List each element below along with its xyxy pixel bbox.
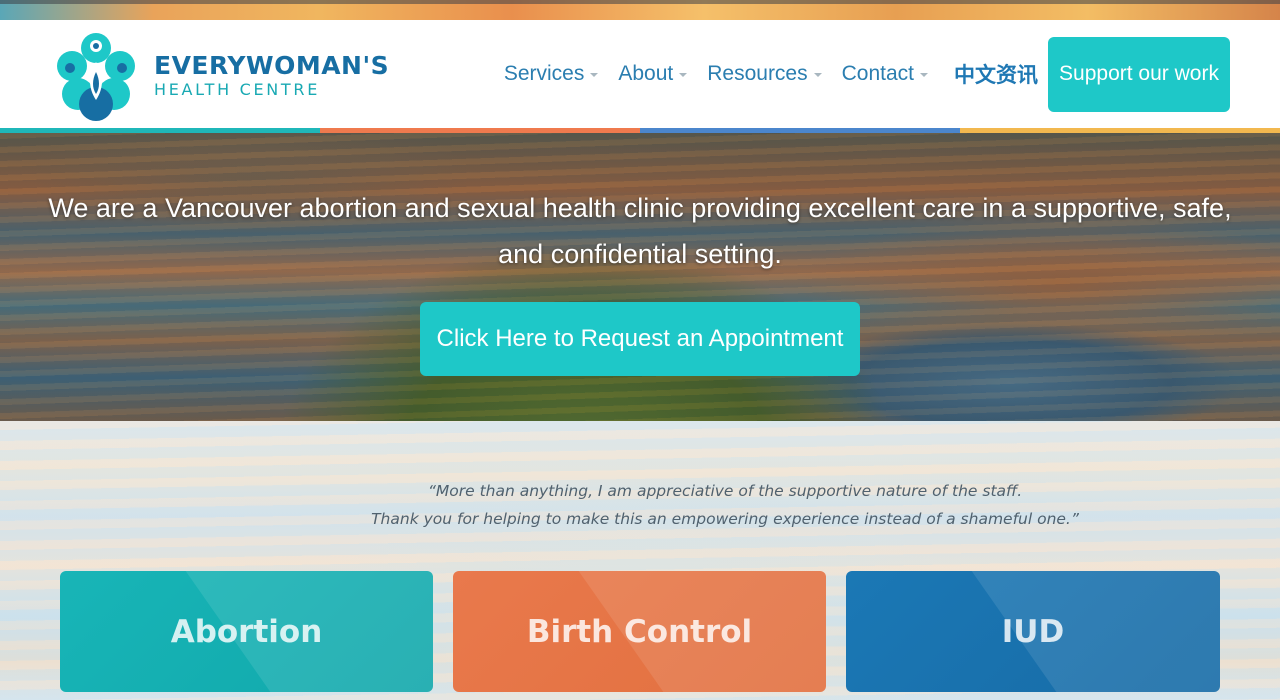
hero-mission-text: We are a Vancouver abortion and sexual h… [48,193,1232,269]
service-card-birth-control[interactable]: Birth Control [453,571,826,692]
nav-item-label: About [618,62,674,85]
nav-item-contact[interactable]: Contact [842,62,928,86]
request-appointment-button[interactable]: Click Here to Request an Appointment [420,302,860,376]
caret-down-icon [920,73,928,77]
top-painted-strip [0,0,1280,20]
service-card-label: Birth Control [526,613,753,650]
services-section: “More than anything, I am appreciative o… [0,421,1280,700]
brand-subtitle: HEALTH CENTRE [154,80,321,99]
nav-item-services[interactable]: Services [504,62,599,86]
service-card-label: Abortion [170,613,323,650]
caret-down-icon [813,73,822,77]
testimonial-quote: “More than anything, I am appreciative o… [340,477,1110,533]
testimonial-line: “More than anything, I am appreciative o… [427,482,1023,500]
site-header: EVERYWOMAN'S HEALTH CENTRE Services Abou… [0,20,1280,128]
hero-overlay [0,133,1280,421]
nav-item-label: Services [503,62,585,85]
testimonial-line: Thank you for helping to make this an em… [371,510,1079,528]
nav-item-about[interactable]: About [618,62,688,86]
service-card-iud[interactable]: IUD [846,571,1220,692]
hero-banner: We are a Vancouver abortion and sexual h… [0,133,1280,421]
nav-item-resources[interactable]: Resources [707,62,822,86]
nav-item-label: Resources [707,62,808,85]
service-card-label: IUD [1001,613,1065,650]
main-nav: Services About Resources Contact 中文资讯 Su… [484,20,1230,128]
flower-logo-icon [57,33,135,121]
logo-link[interactable]: EVERYWOMAN'S HEALTH CENTRE [48,28,393,124]
support-button[interactable]: Support our work [1048,36,1230,112]
caret-down-icon [679,73,688,77]
nav-item-chinese[interactable]: 中文资讯 [954,59,1038,89]
brand-name: EVERYWOMAN'S [154,51,390,80]
service-card-abortion[interactable]: Abortion [60,571,433,692]
nav-item-label: Contact [841,62,914,85]
caret-down-icon [590,73,599,77]
